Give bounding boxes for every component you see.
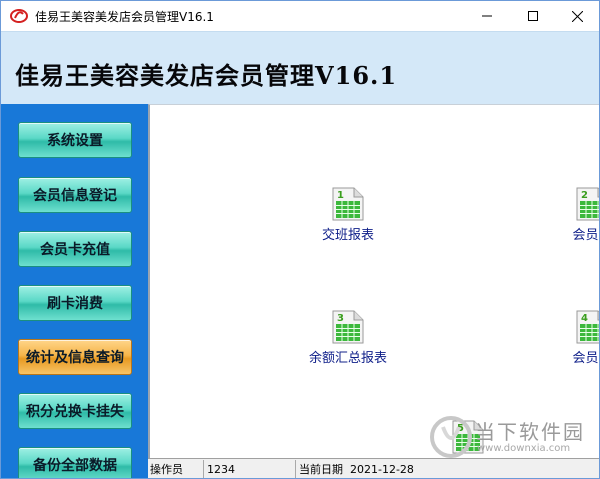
card-consumption-button[interactable]: 刷卡消费 xyxy=(18,285,132,321)
system-settings-button[interactable]: 系统设置 xyxy=(18,122,132,158)
spreadsheet-icon: 3 xyxy=(332,310,364,344)
report-number: 2 xyxy=(581,190,588,201)
spreadsheet-icon: 1 xyxy=(332,187,364,221)
minimize-button[interactable] xyxy=(464,1,510,31)
watermark-text: 当下软件园 xyxy=(475,420,585,444)
report-label: 交班报表 xyxy=(321,228,374,243)
report-label: 会员统 xyxy=(572,351,599,366)
header-banner: 佳易王美容美发店会员管理V16.1 xyxy=(1,31,599,104)
maximize-icon xyxy=(528,11,538,21)
close-button[interactable] xyxy=(554,1,599,31)
window-title: 佳易王美容美发店会员管理V16.1 xyxy=(35,10,214,24)
report-number: 1 xyxy=(337,190,344,201)
current-date: 当前日期 2021-12-28 xyxy=(297,460,447,478)
watermark: 当下软件园 www.downxia.com xyxy=(429,415,599,463)
watermark-url: www.downxia.com xyxy=(477,443,571,454)
report-item-member-stats[interactable]: 4 会员统 xyxy=(544,310,599,370)
report-panel: 1 交班报表 2 会员信 3 余额汇总报表 xyxy=(148,104,599,458)
member-registration-button[interactable]: 会员信息登记 xyxy=(18,177,132,213)
card-recharge-button[interactable]: 会员卡充值 xyxy=(18,231,132,267)
app-title: 佳易王美容美发店会员管理V16.1 xyxy=(15,61,398,90)
operator-label: 操作员 xyxy=(148,460,204,478)
report-number: 4 xyxy=(581,313,588,324)
points-redeem-button[interactable]: 积分兑换卡挂失 xyxy=(18,393,132,429)
report-label: 余额汇总报表 xyxy=(308,351,387,366)
date-label: 当前日期 xyxy=(299,463,343,476)
operator-value: 1234 xyxy=(205,460,296,478)
spreadsheet-icon: 2 xyxy=(576,187,599,221)
spreadsheet-icon: 4 xyxy=(576,310,599,344)
sidebar: 系统设置 会员信息登记 会员卡充值 刷卡消费 统计及信息查询 积分兑换卡挂失 备… xyxy=(1,104,148,478)
report-item-shift[interactable]: 1 交班报表 xyxy=(300,187,396,247)
close-icon xyxy=(571,10,583,22)
watermark-logo-icon xyxy=(430,416,472,458)
report-item-member-info[interactable]: 2 会员信 xyxy=(544,187,599,247)
maximize-button[interactable] xyxy=(510,1,556,31)
report-label: 会员信 xyxy=(572,228,599,243)
app-window: 佳易王美容美发店会员管理V16.1 佳易王美容美发店会员管理V16.1 系统设置… xyxy=(0,0,600,479)
statistics-query-button[interactable]: 统计及信息查询 xyxy=(18,339,132,375)
title-bar[interactable]: 佳易王美容美发店会员管理V16.1 xyxy=(1,1,599,31)
app-logo-icon xyxy=(10,9,28,23)
report-number: 3 xyxy=(337,313,344,324)
date-value: 2021-12-28 xyxy=(350,463,414,476)
backup-data-button[interactable]: 备份全部数据 xyxy=(18,447,132,478)
minimize-icon xyxy=(482,15,492,17)
report-item-balance-summary[interactable]: 3 余额汇总报表 xyxy=(300,310,396,370)
